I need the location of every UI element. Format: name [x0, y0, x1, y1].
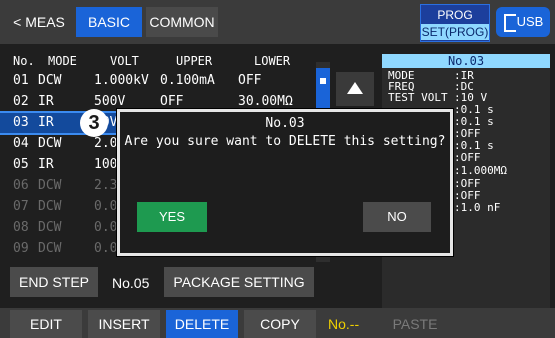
tab-meas[interactable]: < MEAS [6, 7, 72, 37]
copy-number: No.-- [328, 316, 360, 332]
prog-label: PROG [437, 8, 473, 22]
row-no: 05 [13, 157, 29, 172]
row-mode: IR [38, 115, 54, 130]
prog-indicator[interactable]: PROG SET(PROG) [420, 4, 490, 42]
insert-button[interactable]: INSERT [88, 310, 160, 338]
row-upper: 0.100mA [160, 73, 215, 88]
detail-title: No.03 [382, 54, 550, 68]
table-row[interactable]: 07 DCW 0.01 [0, 197, 125, 217]
table-row[interactable]: 05 IR 1000 [0, 155, 125, 175]
tab-common[interactable]: COMMON [146, 7, 218, 37]
paste-button[interactable]: PASTE [386, 310, 444, 338]
package-setting-button[interactable]: PACKAGE SETTING [164, 267, 314, 297]
row-no: 01 [13, 73, 29, 88]
row-mode: IR [38, 94, 54, 109]
row-mode: IR [38, 157, 54, 172]
table-row[interactable]: 08 DCW 0.01 [0, 218, 125, 238]
end-step-value: No.05 [112, 275, 150, 291]
row-volt: 1.000kV [94, 73, 149, 88]
col-upper: UPPER [176, 54, 213, 68]
row-mode: DCW [38, 178, 62, 193]
row-no: 03 [13, 115, 29, 130]
edit-button[interactable]: EDIT [10, 310, 82, 338]
row-lower: OFF [238, 73, 262, 88]
row-no: 04 [13, 136, 29, 151]
row-mode: DCW [38, 136, 62, 151]
top-bar: < MEAS BASIC COMMON PROG SET(PROG) USB [0, 0, 555, 44]
row-mode: DCW [38, 241, 62, 256]
copy-button[interactable]: COPY [244, 310, 316, 338]
row-no: 06 [13, 178, 29, 193]
scrollbar-thumb[interactable] [316, 68, 330, 110]
scroll-up-button[interactable] [336, 72, 374, 106]
detail-row: TEST VOLT:10 V [388, 91, 488, 104]
yes-button[interactable]: YES [137, 202, 207, 232]
col-no: No. [13, 54, 35, 68]
no-button[interactable]: NO [363, 202, 431, 232]
usb-icon [504, 14, 516, 32]
prog-set-label: SET(PROG) [421, 24, 489, 40]
tab-basic[interactable]: BASIC [76, 7, 142, 37]
dialog-title: No.03 [265, 116, 305, 131]
row-mode: DCW [38, 220, 62, 235]
delete-confirm-dialog: No.03 Are you sure want to DELETE this s… [117, 109, 453, 256]
table-row[interactable]: 06 DCW 2.30 [0, 176, 125, 196]
row-no: 08 [13, 220, 29, 235]
step-marker: 3 [80, 109, 108, 137]
col-mode: MODE [48, 54, 77, 68]
table-row[interactable]: 01 DCW 1.000kV 0.100mA OFF [0, 71, 310, 91]
table-row[interactable]: 04 DCW 2.00 [0, 134, 125, 154]
row-no: 09 [13, 241, 29, 256]
col-volt: VOLT [110, 54, 139, 68]
row-no: 02 [13, 94, 29, 109]
usb-button[interactable]: USB [496, 7, 550, 37]
row-no: 07 [13, 199, 29, 214]
row-mode: DCW [38, 73, 62, 88]
dialog-message: Are you sure want to DELETE this setting… [124, 134, 446, 149]
row-mode: DCW [38, 199, 62, 214]
delete-button[interactable]: DELETE [166, 310, 238, 338]
col-lower: LOWER [254, 54, 291, 68]
end-step-button[interactable]: END STEP [10, 267, 98, 297]
